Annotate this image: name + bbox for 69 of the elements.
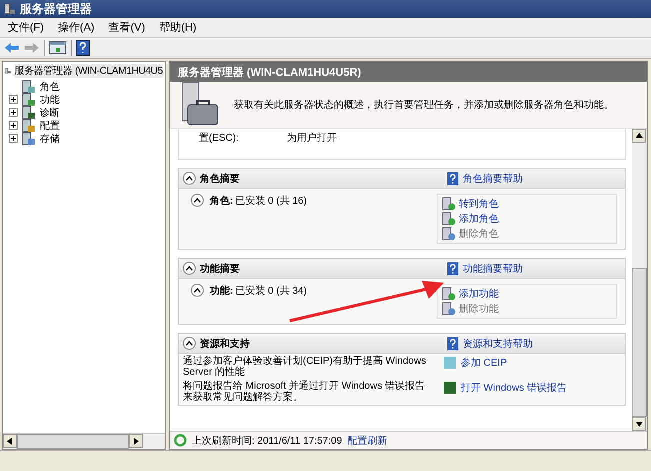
tree-item[interactable]: 配置 (40, 118, 60, 132)
tree-item-icon (22, 118, 36, 132)
collapse-icon[interactable] (183, 337, 196, 350)
expand-icon[interactable] (9, 121, 18, 130)
pane-title: 服务器管理器 (WIN-CLAM1HU4U5R) (178, 66, 362, 80)
collapse-icon[interactable] (183, 172, 196, 185)
collapse-icon[interactable] (191, 194, 204, 207)
help-icon (447, 336, 459, 350)
tree-item[interactable]: 角色 (40, 80, 60, 94)
menu-item[interactable]: 帮助(H) (159, 20, 197, 35)
vertical-scrollbar[interactable] (632, 129, 647, 431)
back-arrow-icon[interactable] (4, 42, 20, 54)
action-link[interactable]: 转到角色 (459, 197, 499, 211)
collapse-icon[interactable] (191, 284, 204, 297)
window-title: 服务器管理器 (20, 0, 92, 18)
setting-value: 为用户打开 (287, 132, 337, 145)
expand-icon[interactable] (9, 95, 18, 104)
action-icon (442, 197, 456, 211)
resource-text: 通过参加客户体验改善计划(CEIP)有助于提高 Windows Server 的性能 (183, 356, 428, 378)
action-icon (442, 302, 456, 316)
action-icon (442, 227, 456, 241)
tree-root-item[interactable]: 服务器管理器 (WIN-CLAM1HU4U5 (14, 64, 163, 78)
menu-item[interactable]: 文件(F) (8, 20, 44, 35)
expand-icon[interactable] (9, 134, 18, 143)
help-link[interactable]: 功能摘要帮助 (463, 262, 523, 276)
tree-item[interactable]: 功能 (40, 92, 60, 106)
scroll-right-icon[interactable] (133, 438, 139, 444)
action-icon (442, 212, 456, 226)
summary-label: 功能: (210, 284, 234, 298)
scroll-left-icon[interactable] (7, 438, 13, 444)
action-link[interactable]: 添加角色 (459, 212, 499, 226)
menu-item[interactable]: 操作(A) (58, 20, 95, 35)
help-icon[interactable] (76, 40, 90, 56)
help-link[interactable]: 角色摘要帮助 (463, 172, 523, 186)
collapse-icon[interactable] (183, 262, 196, 275)
menu-item[interactable]: 查看(V) (108, 20, 146, 35)
action-icon (442, 287, 456, 301)
refresh-icon[interactable] (174, 434, 187, 447)
expand-icon[interactable] (9, 108, 18, 117)
summary-status: 已安装 0 (共 34) (235, 284, 308, 298)
tree-item-icon (22, 92, 36, 106)
intro-text: 获取有关此服务器状态的概述，执行首要管理任务，并添加或删除服务器角色和功能。 (234, 98, 614, 112)
console-tree-icon[interactable] (49, 40, 67, 56)
resource-icon (443, 381, 457, 395)
section-title: 资源和支持 (200, 338, 250, 350)
section-title: 角色摘要 (200, 172, 240, 186)
tree-item-icon (22, 132, 36, 146)
summary-status: 已安装 0 (共 16) (235, 194, 308, 208)
tree-item[interactable]: 诊断 (40, 106, 60, 120)
server-icon (4, 3, 16, 15)
scroll-down-icon[interactable] (636, 421, 642, 427)
help-link[interactable]: 资源和支持帮助 (463, 336, 533, 350)
tree-item-icon (22, 106, 36, 120)
section-title: 功能摘要 (200, 262, 240, 276)
refresh-config-link[interactable]: 配置刷新 (347, 434, 388, 448)
action-link[interactable]: 添加功能 (459, 287, 499, 301)
help-icon (447, 172, 459, 186)
summary-label: 角色: (210, 194, 234, 208)
resource-icon (443, 356, 457, 370)
resource-link[interactable]: 打开 Windows 错误报告 (461, 381, 568, 395)
help-icon (447, 262, 459, 276)
setting-label: 置(ESC): (199, 132, 239, 145)
tree-item[interactable]: 存储 (40, 132, 60, 146)
tree-item-icon (22, 80, 36, 94)
scroll-up-icon[interactable] (636, 133, 642, 139)
resource-text: 将问题报告给 Microsoft 并通过打开 Windows 错误报告来获取常见问题解答方案。 (183, 381, 426, 403)
horizontal-scrollbar[interactable] (3, 433, 165, 449)
refresh-time: 上次刷新时间: 2011/6/11 17:57:09 (192, 434, 342, 448)
resource-link[interactable]: 参加 CEIP (461, 356, 508, 370)
